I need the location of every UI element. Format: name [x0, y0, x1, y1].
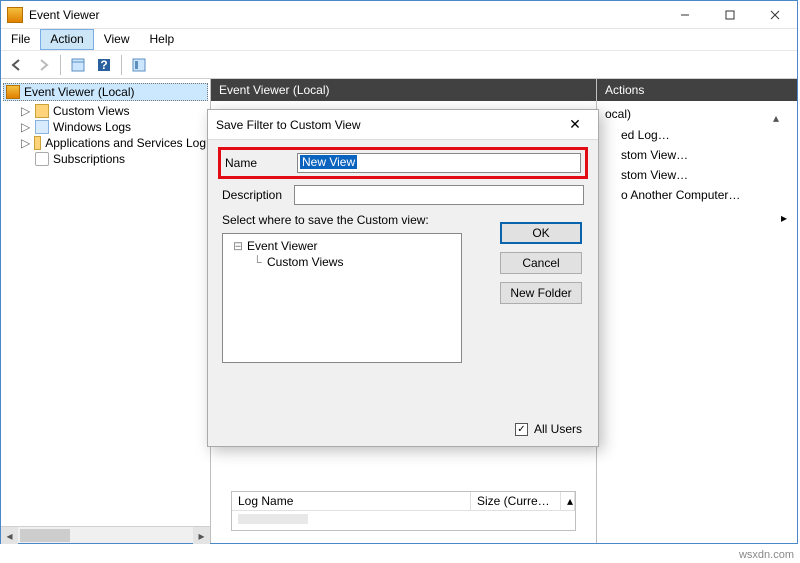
app-icon: [7, 7, 23, 23]
menu-help[interactable]: Help: [140, 29, 185, 50]
tree-label: Custom Views: [53, 104, 129, 118]
folder-icon: [35, 120, 49, 134]
action-open-saved-log[interactable]: ed Log…: [597, 125, 763, 145]
scroll-up-icon[interactable]: ▴: [561, 492, 575, 510]
back-button[interactable]: [5, 54, 29, 76]
new-folder-button[interactable]: New Folder: [500, 282, 582, 304]
event-viewer-icon: [6, 85, 20, 99]
window-title: Event Viewer: [29, 8, 662, 22]
actions-subtitle: ocal)▴: [597, 103, 797, 125]
svg-text:?: ?: [100, 58, 107, 72]
name-label: Name: [225, 156, 297, 170]
log-row[interactable]: [232, 511, 575, 526]
toolbar-separator: [121, 55, 122, 75]
dialog-body: Name New View Description Select where t…: [208, 140, 598, 369]
name-input[interactable]: New View: [297, 153, 581, 173]
dialog-title-bar[interactable]: Save Filter to Custom View ✕: [208, 110, 598, 140]
toolbar-extra-button[interactable]: [127, 54, 151, 76]
actions-panel: Actions ocal)▴ ed Log… stom View… stom V…: [597, 79, 797, 543]
all-users-checkbox[interactable]: ✓: [515, 423, 528, 436]
collapse-icon[interactable]: ▴: [763, 107, 789, 129]
ok-button[interactable]: OK: [500, 222, 582, 244]
menu-view[interactable]: View: [94, 29, 140, 50]
tree-root-label: Event Viewer (Local): [24, 85, 135, 99]
tree-item-windows-logs[interactable]: ▷ Windows Logs: [3, 119, 208, 135]
action-import-custom-view[interactable]: stom View…: [597, 165, 797, 185]
save-filter-dialog: Save Filter to Custom View ✕ Name New Vi…: [207, 109, 599, 447]
close-button[interactable]: [752, 1, 797, 29]
log-list-header[interactable]: Log Name Size (Curre… ▴: [232, 492, 575, 511]
menu-action[interactable]: Action: [40, 29, 93, 50]
dialog-close-button[interactable]: ✕: [560, 110, 590, 140]
actions-list: ocal)▴ ed Log… stom View… stom View… o A…: [597, 101, 797, 543]
tree-label: Applications and Services Log: [45, 136, 206, 150]
col-size[interactable]: Size (Curre…: [471, 492, 561, 510]
tree-item-app-services[interactable]: ▷ Applications and Services Log: [3, 135, 208, 151]
scroll-right-button[interactable]: ▸: [193, 527, 210, 544]
help-button[interactable]: ?: [92, 54, 116, 76]
window-controls: [662, 1, 797, 29]
expand-icon[interactable]: ▷: [21, 104, 31, 118]
scroll-thumb[interactable]: [20, 529, 70, 542]
expand-icon[interactable]: ▷: [21, 120, 31, 134]
subscriptions-icon: [35, 152, 49, 166]
folder-icon: [34, 136, 41, 150]
folder-icon: [35, 104, 49, 118]
location-tree-child[interactable]: └Custom Views: [229, 254, 455, 270]
name-input-value: New View: [300, 155, 357, 169]
location-tree[interactable]: ⊟Event Viewer └Custom Views: [222, 233, 462, 363]
sidebar: Event Viewer (Local) ▷ Custom Views ▷ Wind…: [1, 79, 211, 543]
toolbar-separator: [60, 55, 61, 75]
tree-label: Subscriptions: [53, 152, 125, 166]
log-list[interactable]: Log Name Size (Curre… ▴: [231, 491, 576, 531]
tree-label: Windows Logs: [53, 120, 131, 134]
minimize-button[interactable]: [662, 1, 707, 29]
actions-more[interactable]: ▸: [597, 205, 797, 231]
tree-connector-icon: └: [253, 255, 267, 269]
title-bar[interactable]: Event Viewer: [1, 1, 797, 29]
log-row-placeholder: [238, 514, 308, 524]
tree-root[interactable]: Event Viewer (Local): [3, 83, 208, 101]
menu-file[interactable]: File: [1, 29, 40, 50]
action-connect-computer[interactable]: o Another Computer…: [597, 185, 797, 205]
actions-header: Actions: [597, 79, 797, 101]
description-label: Description: [222, 188, 294, 202]
action-create-custom-view[interactable]: stom View…: [597, 145, 797, 165]
properties-button[interactable]: [66, 54, 90, 76]
tree-item-subscriptions[interactable]: Subscriptions: [3, 151, 208, 167]
name-row-highlight: Name New View: [218, 147, 588, 179]
dialog-buttons: OK Cancel New Folder: [500, 222, 582, 304]
maximize-button[interactable]: [707, 1, 752, 29]
dialog-title: Save Filter to Custom View: [216, 118, 560, 132]
expand-icon[interactable]: ▷: [21, 136, 30, 150]
watermark: wsxdn.com: [739, 549, 794, 561]
tree-item-custom-views[interactable]: ▷ Custom Views: [3, 103, 208, 119]
scroll-left-button[interactable]: ◂: [1, 527, 18, 544]
dialog-footer: ✓ All Users: [515, 422, 582, 436]
center-header: Event Viewer (Local): [211, 79, 596, 101]
toolbar: ?: [1, 51, 797, 79]
forward-button[interactable]: [31, 54, 55, 76]
tree-connector-icon: ⊟: [233, 239, 247, 253]
cancel-button[interactable]: Cancel: [500, 252, 582, 274]
description-input[interactable]: [294, 185, 584, 205]
col-log-name[interactable]: Log Name: [232, 492, 471, 510]
all-users-label: All Users: [534, 422, 582, 436]
nav-tree[interactable]: Event Viewer (Local) ▷ Custom Views ▷ Wind…: [1, 79, 210, 526]
location-tree-root[interactable]: ⊟Event Viewer: [229, 238, 455, 254]
sidebar-scrollbar[interactable]: ◂ ▸: [1, 526, 210, 543]
menu-bar: File Action View Help: [1, 29, 797, 51]
